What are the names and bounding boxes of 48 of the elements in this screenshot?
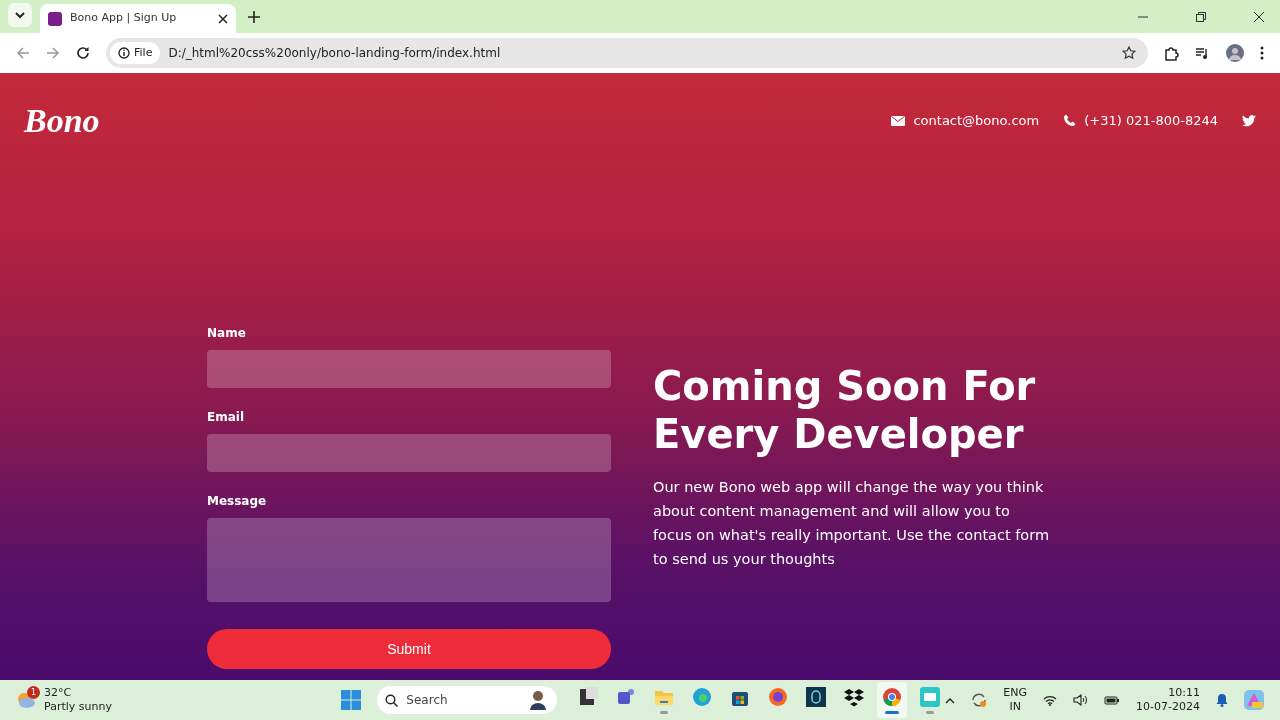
info-icon bbox=[118, 47, 130, 59]
running-indicator bbox=[660, 710, 669, 714]
weather-condition: Partly sunny bbox=[44, 700, 112, 714]
address-bar[interactable]: File D:/_html%20css%20only/bono-landing-form/index.html bbox=[106, 38, 1148, 68]
restore-icon[interactable] bbox=[1196, 11, 1206, 22]
twitter-bird-icon[interactable] bbox=[1242, 114, 1256, 127]
battery-icon[interactable] bbox=[1104, 695, 1121, 705]
favicon-icon bbox=[48, 11, 62, 26]
running-indicator bbox=[926, 710, 935, 714]
language-indicator[interactable]: ENG IN bbox=[1003, 686, 1028, 714]
menu-icon[interactable] bbox=[1260, 46, 1264, 60]
new-tab-icon[interactable] bbox=[248, 10, 260, 23]
tab-list-icon[interactable] bbox=[8, 2, 32, 27]
phone-icon bbox=[1063, 114, 1077, 127]
field-label: Email bbox=[207, 409, 246, 426]
notification-badge: 1 bbox=[27, 686, 40, 699]
back-icon[interactable] bbox=[16, 46, 30, 60]
start-icon[interactable] bbox=[341, 690, 362, 710]
hero-description: Our new Bono web app will change the way you think about content management and will allow you to focus on what's really important. Use the contact form to send us your thoughts bbox=[653, 478, 1051, 570]
search-field[interactable]: Search bbox=[377, 686, 558, 714]
bell-icon[interactable] bbox=[1216, 693, 1228, 707]
temperature: 32°C bbox=[44, 686, 73, 700]
browser-tab[interactable]: Bono App | Sign Up bbox=[40, 4, 236, 33]
envelope-icon bbox=[891, 115, 906, 126]
search-icon bbox=[385, 693, 399, 707]
email-link[interactable]: contact@bono.com bbox=[913, 110, 1040, 131]
forward-icon[interactable] bbox=[46, 46, 60, 60]
running-indicator bbox=[885, 710, 900, 714]
field-label: Name bbox=[207, 325, 247, 342]
bookmark-star-icon[interactable] bbox=[1122, 46, 1136, 60]
close-icon[interactable] bbox=[1254, 11, 1264, 22]
speaker-icon[interactable] bbox=[1073, 694, 1089, 706]
phone-link[interactable]: (+31) 021-800-8244 bbox=[1084, 110, 1218, 131]
close-icon[interactable] bbox=[218, 13, 228, 24]
wifi-icon[interactable] bbox=[1043, 694, 1058, 706]
extensions-icon[interactable] bbox=[1164, 45, 1179, 61]
site-info-chip[interactable]: File bbox=[110, 42, 161, 64]
logo[interactable]: Bono bbox=[24, 95, 100, 146]
chevron-up-icon[interactable] bbox=[945, 696, 956, 704]
submit-button[interactable]: Submit bbox=[207, 629, 611, 669]
reload-icon[interactable] bbox=[76, 46, 90, 60]
sync-icon[interactable] bbox=[971, 692, 988, 708]
hero-heading: Coming Soon For Every Developer bbox=[653, 361, 1037, 460]
profile-avatar-icon[interactable] bbox=[1226, 44, 1244, 62]
clock[interactable]: 10:11 10-07-2024 bbox=[1136, 686, 1200, 714]
media-controls-icon[interactable] bbox=[1195, 45, 1210, 61]
video-call-icon bbox=[920, 686, 941, 707]
field-label: Message bbox=[207, 493, 268, 510]
